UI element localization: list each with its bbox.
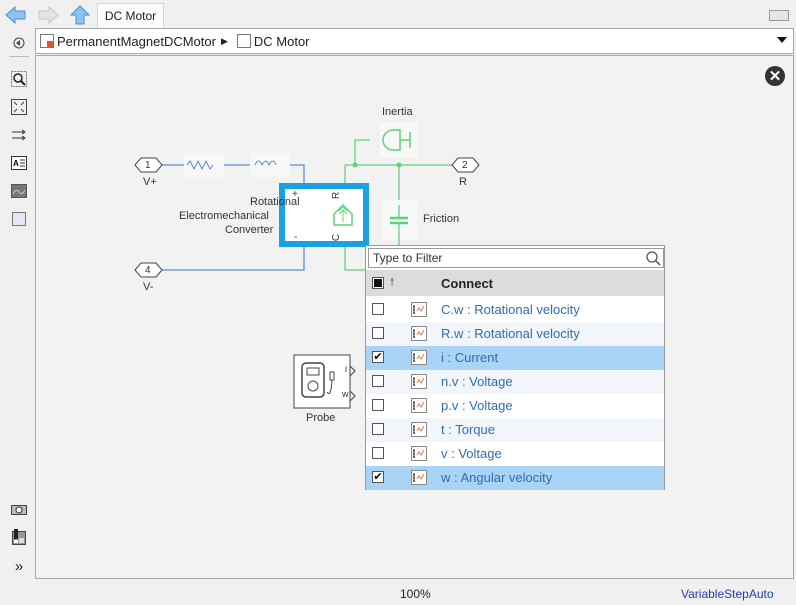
signal-plot-icon [411, 350, 427, 365]
table-header: 🠕 Connect [366, 270, 664, 296]
signal-row[interactable]: R.w : Rotational velocity [366, 322, 664, 346]
signal-checkbox[interactable] [372, 375, 384, 387]
friction-label: Friction [423, 213, 460, 225]
inductor-block [250, 153, 290, 177]
signal-selector-popup: Type to Filter 🠕 Connect C.w : Rotationa… [365, 245, 665, 490]
signal-plot-icon [411, 302, 427, 317]
signal-row[interactable]: p.v : Voltage [366, 394, 664, 418]
solver-link[interactable]: VariableStepAuto [681, 587, 774, 601]
signal-plot-icon [411, 470, 427, 485]
port-1-label: V+ [143, 176, 157, 188]
signal-plot-icon [411, 446, 427, 461]
inertia-label: Inertia [382, 106, 413, 118]
converter-minus-port: - [294, 232, 298, 243]
signal-label[interactable]: n.v : Voltage [441, 374, 513, 389]
signal-checkbox[interactable] [372, 423, 384, 435]
port-1-number: 1 [145, 160, 151, 171]
zoom-level: 100% [400, 587, 431, 601]
signal-checkbox[interactable] [372, 327, 384, 339]
sort-arrow-icon[interactable]: 🠕 [390, 275, 394, 292]
port-4-label: V- [143, 281, 154, 293]
signal-plot-icon [411, 422, 427, 437]
signal-label[interactable]: C.w : Rotational velocity [441, 302, 580, 317]
converter-c-port: C [331, 233, 343, 242]
probe-label: Probe [306, 412, 336, 424]
signal-plot-icon [411, 398, 427, 413]
signal-label[interactable]: i : Current [441, 350, 498, 365]
port-4-number: 4 [145, 265, 151, 276]
signal-plot-icon [411, 374, 427, 389]
signal-row[interactable]: v : Voltage [366, 442, 664, 466]
signal-label[interactable]: w : Angular velocity [441, 470, 552, 485]
search-icon[interactable] [645, 250, 661, 266]
signal-row[interactable]: ✔ i : Current [366, 346, 664, 370]
signal-checkbox[interactable] [372, 447, 384, 459]
signal-checkbox[interactable]: ✔ [372, 471, 384, 483]
converter-r-port: R [331, 191, 343, 200]
signal-checkbox[interactable] [372, 303, 384, 315]
converter-plus-port: + [292, 189, 298, 200]
signal-label[interactable]: v : Voltage [441, 446, 502, 461]
signal-row[interactable]: ✔ w : Angular velocity [366, 466, 664, 490]
port-2-label: R [459, 176, 467, 188]
converter-label-line2: Electromechanical [179, 210, 269, 222]
converter-label-line3: Converter [225, 224, 274, 236]
signal-label[interactable]: p.v : Voltage [441, 398, 513, 413]
signal-checkbox[interactable]: ✔ [372, 351, 384, 363]
signal-row[interactable]: C.w : Rotational velocity [366, 298, 664, 322]
signal-plot-icon [411, 326, 427, 341]
port-2-number: 2 [462, 160, 468, 171]
inertia-block [380, 122, 418, 158]
signal-checkbox[interactable] [372, 399, 384, 411]
signal-row[interactable]: n.v : Voltage [366, 370, 664, 394]
signal-label[interactable]: R.w : Rotational velocity [441, 326, 580, 341]
connect-column-header: Connect [441, 276, 493, 291]
filter-placeholder: Type to Filter [373, 251, 443, 265]
filter-input[interactable]: Type to Filter [368, 248, 664, 268]
probe-port-w: w [342, 389, 349, 399]
probe-port-i: i [345, 364, 347, 374]
wire-inertia [354, 139, 370, 165]
signal-row[interactable]: t : Torque [366, 418, 664, 442]
signal-label[interactable]: t : Torque [441, 422, 495, 437]
select-all-checkbox[interactable] [372, 277, 384, 289]
